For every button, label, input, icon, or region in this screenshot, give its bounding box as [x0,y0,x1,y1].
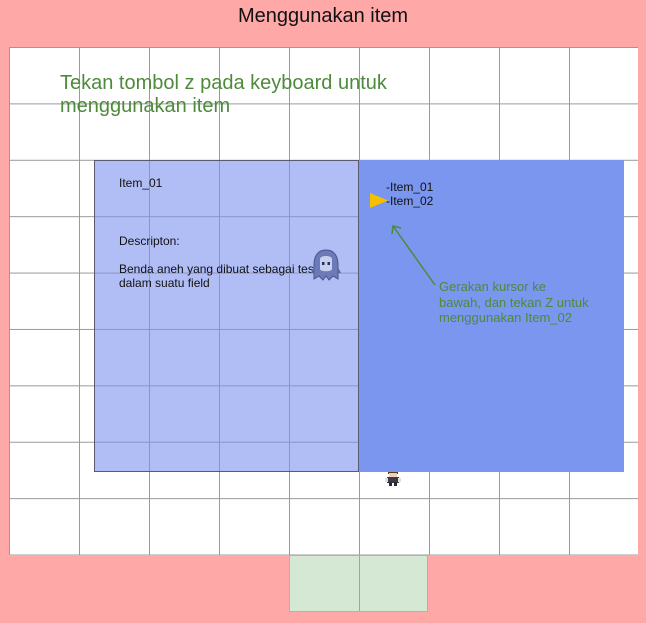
selected-item-name: Item_01 [119,176,163,190]
hint-text: Gerakan kursor ke bawah, dan tekan Z unt… [439,279,589,325]
exit-tile-divider [359,556,360,611]
instruction-text: Tekan tombol z pada keyboard untuk mengg… [60,72,387,117]
item-description-panel: Item_01 Descripton: Benda aneh yang dibu… [94,160,359,472]
inventory-item-2[interactable]: -Item_02 [386,194,433,208]
description-text: Benda aneh yang dibuat sebagai test dala… [119,262,318,290]
ghost-sprite-icon [311,249,341,281]
inventory-item-1[interactable]: -Item_01 [386,180,433,194]
inventory-list: -Item_01 -Item_02 [386,180,433,208]
selection-cursor-icon [370,193,388,208]
inventory-panel: -Item_01 -Item_02 Gerakan kursor ke bawa… [359,160,624,472]
description-label: Descripton: [119,234,180,248]
page-title: Menggunakan item [237,5,409,27]
exit-tile [289,555,428,612]
hint-arrow-icon [391,225,436,286]
